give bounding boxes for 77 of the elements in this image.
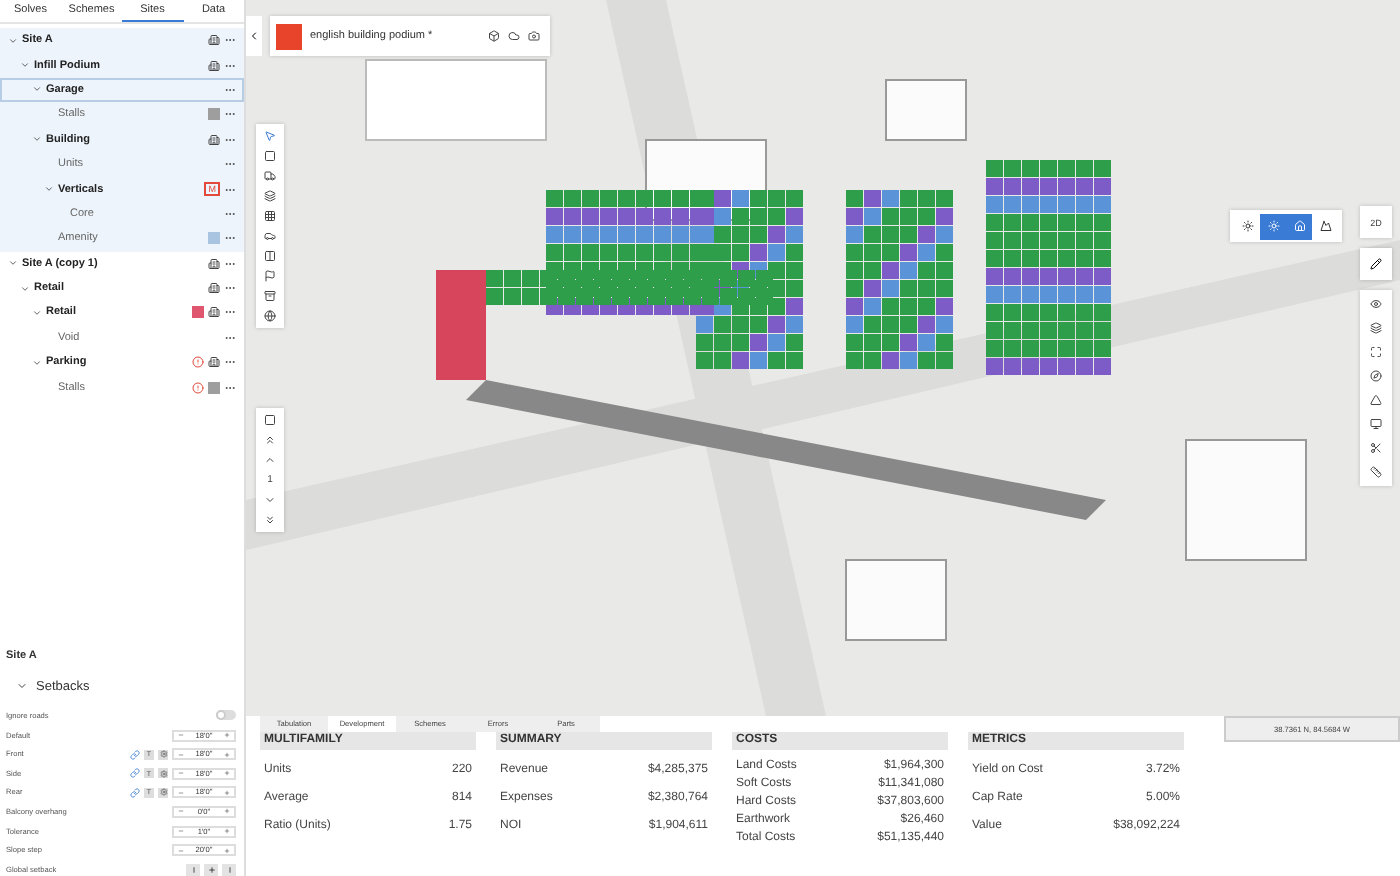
building-icon: [208, 306, 220, 319]
plus-icon[interactable]: [223, 847, 230, 854]
link-icon[interactable]: [130, 787, 140, 798]
eye-icon[interactable]: [1370, 298, 1382, 310]
toggle-switch[interactable]: [216, 710, 236, 721]
compass-icon[interactable]: [1370, 370, 1382, 382]
pencil-icon: [1370, 258, 1382, 270]
settings-icon: [159, 750, 167, 759]
bar-icon: [225, 865, 233, 874]
bar-button[interactable]: [222, 863, 236, 876]
house-icon: [1293, 220, 1305, 232]
plus-icon[interactable]: [223, 732, 230, 739]
add-button[interactable]: [204, 863, 218, 876]
caret-icon[interactable]: [31, 84, 41, 95]
caret-icon[interactable]: [31, 357, 41, 368]
globe-icon[interactable]: [264, 310, 276, 322]
monitor-icon[interactable]: [1370, 418, 1382, 430]
caret-icon[interactable]: [16, 680, 28, 693]
link-icon[interactable]: [130, 749, 140, 760]
settings-icon: [159, 788, 167, 797]
caret-icon[interactable]: [31, 307, 41, 318]
logo-icon: [276, 23, 302, 49]
chevron-up-icon[interactable]: [264, 454, 276, 466]
view-mode-button[interactable]: [1260, 213, 1286, 239]
bar-button[interactable]: [186, 863, 200, 876]
cloud-icon[interactable]: [508, 30, 520, 42]
link-icon[interactable]: [130, 768, 140, 779]
building-icon: [208, 59, 220, 72]
square-icon[interactable]: [264, 150, 276, 162]
chevron-down-icon[interactable]: [264, 494, 276, 506]
warning-icon: [192, 381, 204, 394]
caret-icon[interactable]: [7, 258, 17, 269]
grid-icon[interactable]: [264, 210, 276, 222]
chevron-left-icon: [248, 30, 260, 42]
settings-button[interactable]: [158, 787, 168, 798]
sun-icon: [1241, 220, 1253, 232]
plus-icon[interactable]: [223, 751, 230, 758]
camera-icon[interactable]: [528, 30, 540, 42]
triangle-icon[interactable]: [1370, 394, 1382, 406]
building-icon: [208, 257, 220, 270]
ruler-icon[interactable]: [1370, 466, 1382, 478]
caret-icon[interactable]: [7, 35, 17, 46]
pencil-button[interactable]: [1360, 248, 1392, 280]
pointer-icon[interactable]: [264, 130, 276, 142]
settings-button[interactable]: [158, 749, 168, 760]
truck-icon[interactable]: [264, 170, 276, 182]
view-mode-button[interactable]: [1286, 213, 1312, 239]
sun-icon: [1267, 220, 1279, 232]
caret-icon[interactable]: [31, 134, 41, 145]
caret-icon[interactable]: [43, 184, 53, 195]
bar-icon: [189, 865, 197, 874]
building-icon: [208, 133, 220, 146]
square-icon[interactable]: [264, 414, 276, 426]
flag-icon[interactable]: [264, 270, 276, 282]
plus-icon[interactable]: [223, 789, 230, 796]
warning-icon: [192, 356, 204, 369]
caret-icon[interactable]: [19, 283, 29, 294]
layers-icon[interactable]: [1370, 322, 1382, 334]
car-icon[interactable]: [264, 230, 276, 242]
building-icon: [208, 282, 220, 295]
mountain-icon: [1319, 220, 1331, 232]
layers-icon[interactable]: [264, 190, 276, 202]
building-icon: [208, 356, 220, 369]
box-icon[interactable]: [488, 30, 500, 42]
settings-button[interactable]: [158, 768, 168, 779]
settings-icon: [159, 769, 167, 778]
plus-icon[interactable]: [223, 808, 230, 815]
double-chevron-icon[interactable]: [264, 434, 276, 446]
scissors-icon[interactable]: [1370, 442, 1382, 454]
plus-icon[interactable]: [223, 770, 230, 777]
plus-icon[interactable]: [223, 828, 230, 835]
building-icon: [208, 34, 220, 47]
caret-icon[interactable]: [19, 60, 29, 71]
double-chevron-icon[interactable]: [264, 514, 276, 526]
archive-icon[interactable]: [264, 290, 276, 302]
columns-icon[interactable]: [264, 250, 276, 262]
plus-icon: [207, 865, 215, 874]
